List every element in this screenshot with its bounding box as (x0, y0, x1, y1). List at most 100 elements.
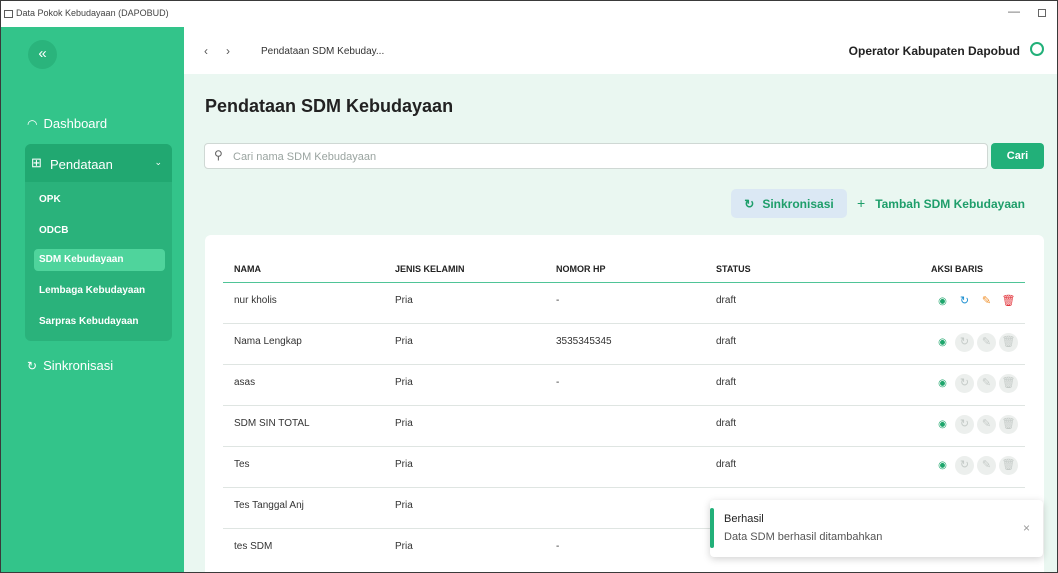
sync-icon[interactable]: ↻ (955, 456, 974, 475)
cell-jenis-kelamin: Pria (395, 377, 413, 388)
collapse-sidebar-button[interactable]: « (28, 40, 57, 69)
sidebar-item-pendataan[interactable]: ⊞ Pendataan ⌄ (25, 144, 172, 182)
user-name[interactable]: Operator Kabupaten Dapobud (849, 44, 1020, 58)
edit-icon[interactable]: ✎ (977, 292, 996, 311)
add-button-label: Tambah SDM Kebudayaan (875, 197, 1025, 211)
sync-button[interactable]: ↻ Sinkronisasi (731, 189, 847, 218)
row-divider (223, 323, 1025, 324)
column-header-jenis-kelamin: JENIS KELAMIN (395, 264, 465, 274)
minimize-icon[interactable]: — (1008, 4, 1020, 18)
add-sdm-button[interactable]: + Tambah SDM Kebudayaan (857, 195, 1025, 211)
trash-icon[interactable]: 🗑 (999, 415, 1018, 434)
eye-icon[interactable]: ◉ (933, 415, 952, 434)
trash-icon[interactable]: 🗑 (999, 374, 1018, 393)
search-input[interactable] (231, 147, 975, 167)
cell-status: draft (716, 336, 737, 347)
cell-status: draft (716, 418, 737, 429)
cell-nama: Tes (234, 459, 250, 470)
row-actions: ◉ ↻ ✎ 🗑 (933, 415, 1018, 434)
column-header-status: STATUS (716, 264, 751, 274)
cell-jenis-kelamin: Pria (395, 459, 413, 470)
trash-icon[interactable]: 🗑 (999, 292, 1018, 311)
toast-notification: Berhasil Data SDM berhasil ditambahkan × (710, 500, 1043, 557)
user-icon[interactable] (1030, 42, 1044, 56)
sidebar-item-label: Pendataan (50, 157, 113, 172)
sync-icon: ↻ (744, 196, 755, 211)
column-header-nomor-hp: NOMOR HP (556, 264, 606, 274)
sidebar-item-label: Dashboard (43, 116, 108, 131)
cell-jenis-kelamin: Pria (395, 541, 413, 552)
sidebar-item-sinkronisasi[interactable]: ↻ Sinkronisasi (27, 358, 113, 373)
row-actions: ◉ ↻ ✎ 🗑 (933, 374, 1018, 393)
search-button[interactable]: Cari (991, 143, 1044, 169)
sync-icon: ↻ (27, 358, 38, 373)
sidebar-item-lembaga-kebudayaan[interactable]: Lembaga Kebudayaan (39, 285, 145, 296)
eye-icon[interactable]: ◉ (933, 456, 952, 475)
app-icon (4, 10, 13, 18)
restore-icon[interactable] (1038, 9, 1046, 17)
cell-nomor-hp: - (556, 377, 560, 388)
app-window: Data Pokok Kebudayaan (DAPOBUD) — « ◠ Da… (0, 0, 1058, 573)
sidebar: « ◠ Dashboard ⊞ Pendataan ⌄ OPK ODCB SDM… (1, 27, 184, 572)
window-title: Data Pokok Kebudayaan (DAPOBUD) (16, 8, 169, 18)
sidebar-item-sdm-kebudayaan[interactable]: SDM Kebudayaan (34, 249, 165, 271)
title-bar: Data Pokok Kebudayaan (DAPOBUD) — (1, 1, 1057, 27)
sync-icon[interactable]: ↻ (955, 333, 974, 352)
cell-nama: Nama Lengkap (234, 336, 302, 347)
cell-nomor-hp: 3535345345 (556, 336, 612, 347)
cell-jenis-kelamin: Pria (395, 295, 413, 306)
search-box: ⚲ (204, 143, 988, 169)
eye-icon[interactable]: ◉ (933, 374, 952, 393)
cell-nama: tes SDM (234, 541, 273, 552)
eye-icon[interactable]: ◉ (933, 333, 952, 352)
edit-icon[interactable]: ✎ (977, 374, 996, 393)
sidebar-item-sarpras-kebudayaan[interactable]: Sarpras Kebudayaan (39, 316, 139, 327)
trash-icon[interactable]: 🗑 (999, 456, 1018, 475)
column-header-nama: NAMA (234, 264, 261, 274)
sidebar-group-pendataan: ⊞ Pendataan ⌄ OPK ODCB SDM Kebudayaan Le… (25, 144, 172, 341)
breadcrumb[interactable]: Pendataan SDM Kebuday... (261, 46, 384, 57)
sidebar-item-dashboard[interactable]: ◠ Dashboard (27, 116, 107, 131)
toast-message: Data SDM berhasil ditambahkan (724, 531, 883, 543)
gauge-icon: ◠ (27, 116, 38, 131)
table-icon: ⊞ (31, 155, 42, 170)
row-actions: ◉ ↻ ✎ 🗑 (933, 456, 1018, 475)
cell-nama: asas (234, 377, 256, 388)
row-divider (223, 446, 1025, 447)
toast-title: Berhasil (724, 513, 764, 525)
eye-icon[interactable]: ◉ (933, 292, 952, 311)
sidebar-item-odcb[interactable]: ODCB (39, 225, 68, 236)
edit-icon[interactable]: ✎ (977, 456, 996, 475)
sync-button-label: Sinkronisasi (762, 196, 834, 211)
cell-status: draft (716, 295, 737, 306)
cell-nomor-hp: - (556, 295, 560, 306)
sync-icon[interactable]: ↻ (955, 292, 974, 311)
cell-status: draft (716, 377, 737, 388)
top-bar: ‹ › Pendataan SDM Kebuday... Operator Ka… (184, 27, 1057, 74)
table-header-divider (223, 282, 1025, 283)
chevron-down-icon: ⌄ (154, 157, 162, 167)
row-actions: ◉ ↻ ✎ 🗑 (933, 333, 1018, 352)
row-divider (223, 364, 1025, 365)
forward-arrow-icon[interactable]: › (226, 44, 230, 58)
column-header-aksi-baris: AKSI BARIS (931, 264, 984, 274)
cell-jenis-kelamin: Pria (395, 336, 413, 347)
cell-status: draft (716, 459, 737, 470)
sync-icon[interactable]: ↻ (955, 374, 974, 393)
row-actions: ◉ ↻ ✎ 🗑 (933, 292, 1018, 311)
edit-icon[interactable]: ✎ (977, 415, 996, 434)
cell-jenis-kelamin: Pria (395, 418, 413, 429)
back-arrow-icon[interactable]: ‹ (204, 44, 208, 58)
close-icon[interactable]: × (1023, 521, 1030, 535)
edit-icon[interactable]: ✎ (977, 333, 996, 352)
page-title: Pendataan SDM Kebudayaan (205, 96, 454, 116)
cell-nama: SDM SIN TOTAL (234, 418, 310, 429)
sidebar-item-opk[interactable]: OPK (39, 194, 61, 205)
sync-icon[interactable]: ↻ (955, 415, 974, 434)
search-icon: ⚲ (214, 148, 223, 162)
row-divider (223, 487, 1025, 488)
cell-nomor-hp: - (556, 541, 560, 552)
trash-icon[interactable]: 🗑 (999, 333, 1018, 352)
sidebar-item-label: Sinkronisasi (43, 358, 114, 373)
cell-nama: Tes Tanggal Anj (234, 500, 304, 511)
